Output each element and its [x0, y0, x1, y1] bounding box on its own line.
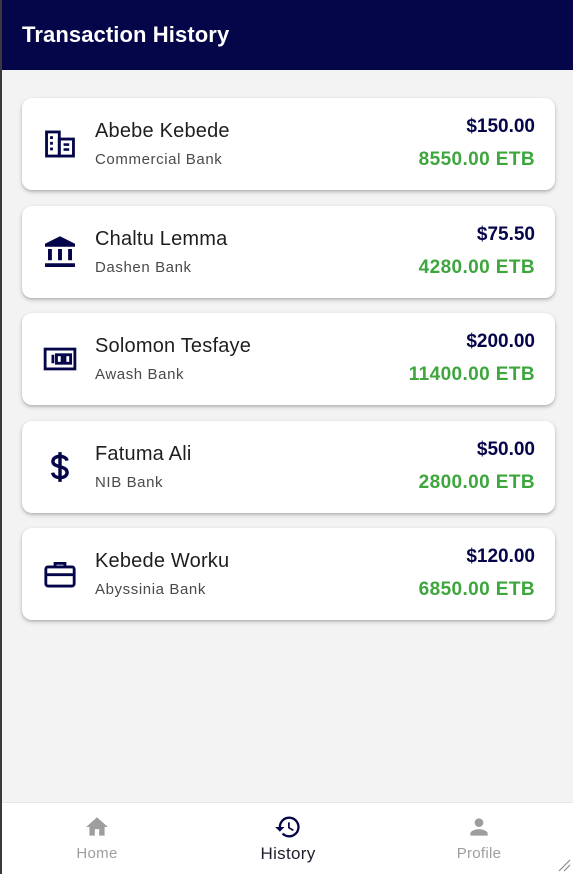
bank-name: Commercial Bank: [95, 151, 223, 168]
nav-label-history: History: [260, 844, 316, 863]
page-title: Transaction History: [22, 21, 230, 47]
etb-amount: 2800.00 ETB: [418, 471, 535, 493]
money-bill-icon: [42, 341, 78, 377]
resize-grip-icon[interactable]: [557, 858, 571, 872]
window-edge: [0, 0, 2, 874]
nav-label-home: Home: [76, 845, 118, 862]
usd-amount: $120.00: [466, 546, 535, 567]
bank-name: Abyssinia Bank: [95, 581, 206, 598]
recipient-name: Solomon Tesfaye: [95, 335, 252, 357]
etb-amount: 6850.00 ETB: [418, 579, 535, 600]
usd-amount: $200.00: [466, 331, 535, 352]
nav-home[interactable]: Home: [37, 803, 157, 874]
business-icon: [42, 126, 78, 162]
etb-amount: 11400.00 ETB: [408, 364, 535, 385]
transaction-card[interactable]: Kebede Worku Abyssinia Bank $120.00 6850…: [22, 528, 555, 620]
transaction-list: Abebe Kebede Commercial Bank $150.00 855…: [22, 98, 555, 636]
nav-history[interactable]: History: [228, 803, 348, 874]
etb-amount: 8550.00 ETB: [418, 149, 535, 170]
recipient-name: Chaltu Lemma: [95, 227, 228, 250]
dollar-icon: [42, 449, 78, 485]
bank-name: Awash Bank: [95, 366, 185, 383]
usd-amount: $50.00: [476, 438, 535, 460]
home-icon: [84, 814, 110, 840]
recipient-name: Fatuma Ali: [95, 442, 192, 465]
nav-profile[interactable]: Profile: [419, 803, 539, 874]
bank-name: Dashen Bank: [95, 258, 192, 276]
bank-name: NIB Bank: [95, 473, 164, 491]
recipient-name: Kebede Worku: [95, 550, 230, 572]
transaction-card[interactable]: Fatuma Ali NIB Bank $50.00 2800.00 ETB: [22, 420, 555, 513]
transaction-card[interactable]: Abebe Kebede Commercial Bank $150.00 855…: [22, 98, 555, 190]
transaction-card[interactable]: Solomon Tesfaye Awash Bank $200.00 11400…: [22, 313, 555, 405]
nav-label-profile: Profile: [456, 845, 502, 862]
transaction-card[interactable]: Chaltu Lemma Dashen Bank $75.50 4280.00 …: [22, 205, 555, 298]
etb-amount: 4280.00 ETB: [418, 256, 535, 278]
recipient-name: Abebe Kebede: [95, 120, 230, 142]
bank-icon: [42, 234, 78, 270]
bottom-navigation: Home History Profile: [2, 802, 573, 874]
person-icon: [466, 814, 492, 840]
briefcase-icon: [42, 556, 78, 592]
usd-amount: $150.00: [466, 116, 535, 137]
app-bar: Transaction History: [2, 0, 573, 70]
usd-amount: $75.50: [476, 223, 535, 245]
history-icon: [274, 814, 302, 840]
